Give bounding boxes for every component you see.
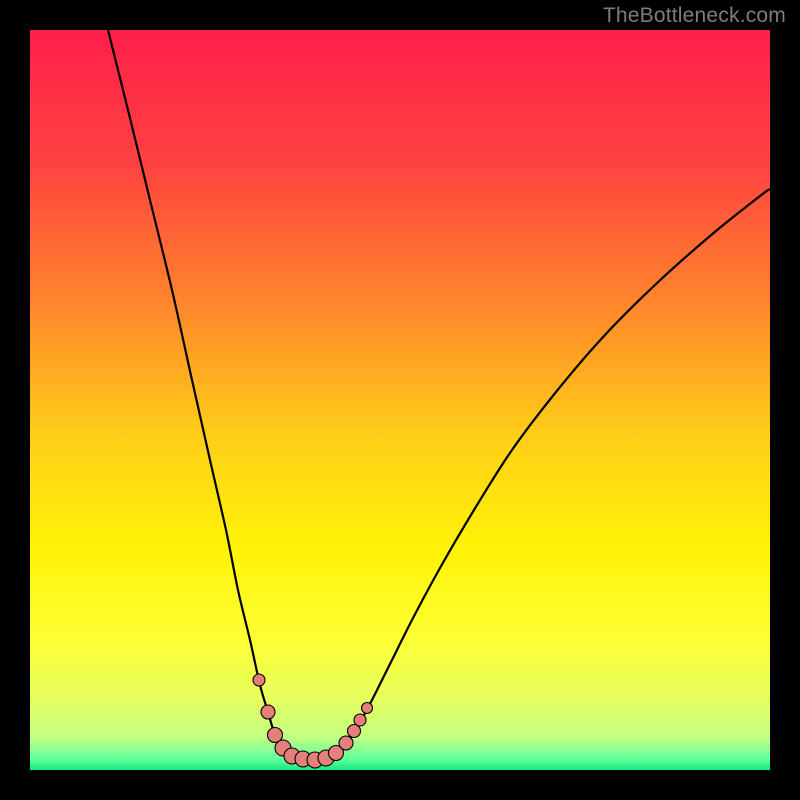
data-marker — [339, 736, 353, 750]
data-marker — [253, 674, 265, 686]
data-marker — [354, 714, 366, 726]
data-marker — [261, 705, 275, 719]
watermark-text: TheBottleneck.com — [603, 4, 786, 28]
data-marker — [362, 703, 373, 714]
plot-background — [30, 30, 770, 770]
data-marker — [348, 725, 361, 738]
chart-svg — [0, 0, 800, 800]
chart-frame: TheBottleneck.com — [0, 0, 800, 800]
